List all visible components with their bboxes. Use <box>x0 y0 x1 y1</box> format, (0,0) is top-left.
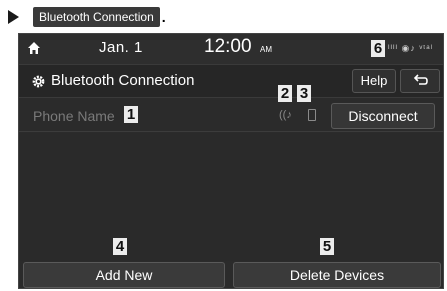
callout-4: 4 <box>113 238 127 255</box>
disconnect-button[interactable]: Disconnect <box>331 103 435 129</box>
callout-6: 6 <box>371 40 385 57</box>
back-arrow-icon <box>413 74 428 85</box>
status-time: 12:00 <box>204 36 252 57</box>
delete-devices-button[interactable]: Delete Devices <box>233 262 441 288</box>
head-unit-screen: Jan. 1 12:00 AM ᴵᴵᴵᴵ ◉♪ ᵛᵗᵃˡ Bluetooth C… <box>18 33 444 289</box>
callout-1: 1 <box>124 106 138 123</box>
home-icon[interactable] <box>26 40 42 56</box>
handsfree-phone-icon <box>308 109 316 121</box>
device-name: Phone Name <box>33 108 115 124</box>
status-ampm: AM <box>260 45 272 54</box>
title-bar: Bluetooth Connection Help <box>19 64 443 98</box>
doc-heading-label: Bluetooth Connection <box>33 7 160 27</box>
paired-device-row[interactable]: Phone Name ((♪ Disconnect <box>19 100 443 132</box>
gear-icon <box>32 75 45 88</box>
status-indicators: ᴵᴵᴵᴵ ◉♪ ᵛᵗᵃˡ <box>388 43 433 53</box>
callout-2: 2 <box>278 85 292 102</box>
device-list-area <box>19 133 443 261</box>
status-date: Jan. 1 <box>99 39 143 56</box>
doc-heading-period: . <box>161 9 166 25</box>
callout-5: 5 <box>320 238 334 255</box>
callout-3: 3 <box>297 85 311 102</box>
page-title: Bluetooth Connection <box>51 72 195 89</box>
audio-streaming-icon: ((♪ <box>279 109 292 121</box>
help-button[interactable]: Help <box>352 69 396 93</box>
back-button[interactable] <box>400 69 440 93</box>
add-new-button[interactable]: Add New <box>23 262 225 288</box>
triangle-bullet-icon <box>8 10 19 24</box>
doc-heading: Bluetooth Connection . <box>8 7 166 27</box>
